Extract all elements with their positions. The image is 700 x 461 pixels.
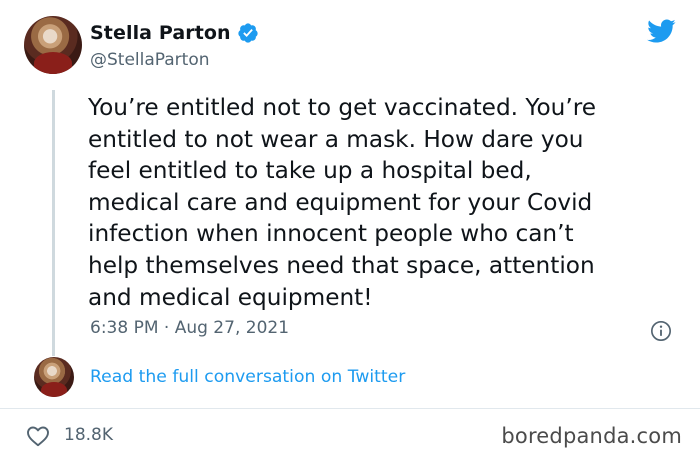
divider — [0, 408, 700, 409]
verified-badge-icon — [238, 23, 258, 43]
like-count[interactable]: 18.8K — [64, 425, 113, 445]
author-display-name[interactable]: Stella Parton — [90, 22, 231, 44]
heart-icon[interactable] — [26, 425, 50, 447]
conversation-avatar[interactable] — [34, 357, 74, 397]
info-icon[interactable] — [650, 320, 672, 342]
thread-line — [52, 90, 55, 356]
read-full-conversation-link[interactable]: Read the full conversation on Twitter — [90, 367, 405, 387]
author-handle[interactable]: @StellaParton — [90, 50, 210, 70]
tweet-body-text: You’re entitled not to get vaccinated. Y… — [88, 94, 597, 311]
tweet-card: Stella Parton @StellaParton You’re entit… — [0, 0, 700, 461]
tweet-timestamp[interactable]: 6:38 PM · Aug 27, 2021 — [90, 318, 289, 338]
boredpanda-watermark: boredpanda.com — [501, 424, 682, 448]
author-name-row: Stella Parton — [90, 22, 259, 44]
twitter-bird-icon[interactable] — [646, 18, 676, 44]
author-avatar[interactable] — [24, 16, 82, 74]
